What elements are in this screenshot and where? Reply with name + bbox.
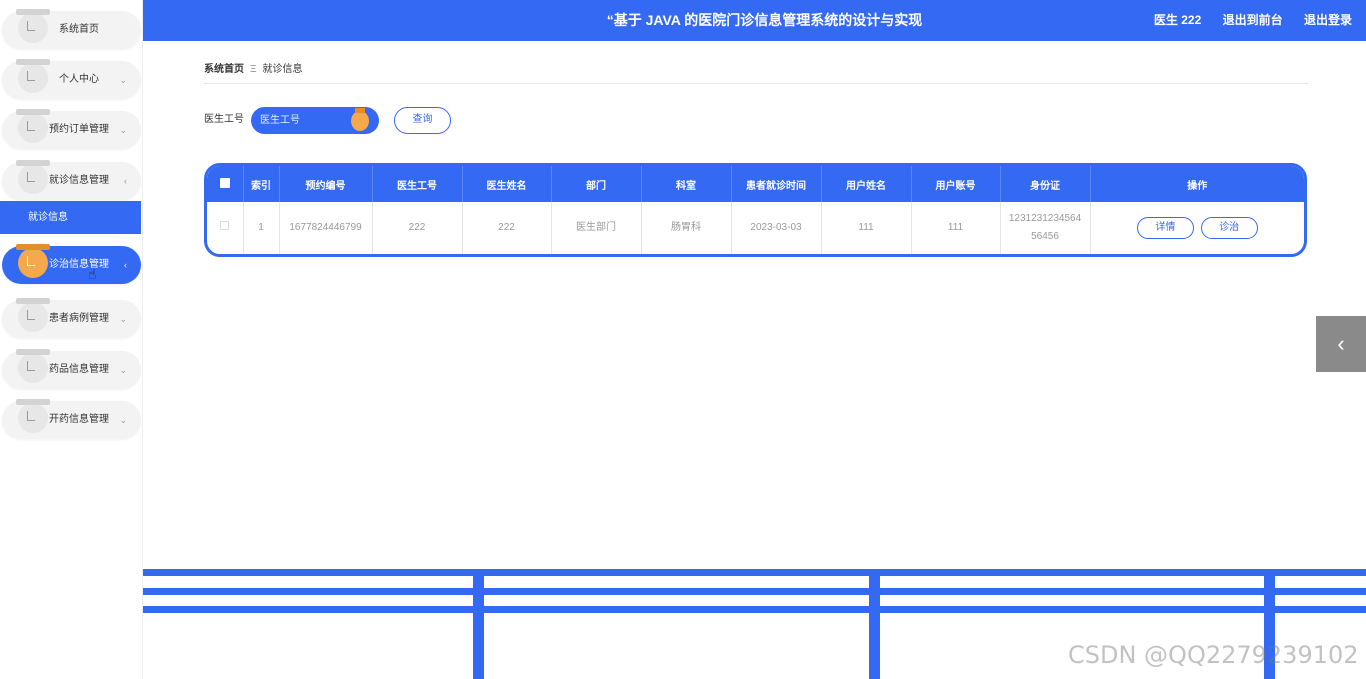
breadcrumb-home[interactable]: 系统首页 [204,64,244,75]
column-header: 科室 [641,166,732,202]
breadcrumb: 系统首页 Ξ 就诊信息 [204,60,1308,84]
chevron-left-icon: ‹ [1337,331,1345,356]
cell-index: 1 [243,202,280,254]
decorative-post [869,573,880,679]
sidebar-item-patient-cases[interactable]: 患者病例管理 ⌄ [2,298,141,338]
treat-button[interactable]: 诊治 [1200,217,1258,239]
cell-doctor-id: 222 [372,202,463,254]
sidebar-item-visit-info[interactable]: 就诊信息管理 ‹ [2,160,141,200]
column-header: 身份证 [1000,166,1091,202]
pointer-cursor-icon: ☝ [88,266,97,282]
row-checkbox[interactable] [207,202,244,254]
chevron-left-icon: ‹ [124,260,127,270]
visit-info-table: 索引 预约编号 医生工号 医生姓名 部门 科室 患者就诊时间 用户姓名 用户账号… [204,163,1307,257]
decorative-post [473,573,484,679]
column-header: 医生工号 [372,166,463,202]
sidebar-item-label: 系统首页 [59,24,99,35]
sidebar-item-drug-info[interactable]: 药品信息管理 ⌄ [2,349,141,389]
header-actions: 医生 222 退出到前台 退出登录 [1136,0,1352,41]
column-header: 预约编号 [279,166,373,202]
column-header: 用户姓名 [821,166,912,202]
sidebar-item-label: 药品信息管理 [49,364,109,375]
sidebar-item-label: 开药信息管理 [49,414,109,425]
watermark-text: CSDN @QQ2279239102 [1068,641,1359,669]
sidebar-item-personal-center[interactable]: 个人中心 ⌄ [2,59,141,99]
submenu-item-visit-info[interactable]: 就诊信息 [0,201,141,234]
query-button[interactable]: 查询 [394,107,451,134]
decorative-bar [143,588,1366,595]
decorative-knob-icon [351,108,369,131]
column-header: 索引 [243,166,280,202]
chevron-down-icon: ⌄ [119,314,127,324]
top-header: “基于 JAVA 的医院门诊信息管理系统的设计与实现 医生 222 退出到前台 … [143,0,1366,41]
cell-actions: 详情 诊治 [1090,202,1304,254]
sidebar-item-label: 诊治信息管理 [49,259,109,270]
exit-to-front-link[interactable]: 退出到前台 [1223,13,1283,27]
select-all-checkbox[interactable] [207,166,244,202]
breadcrumb-current: 就诊信息 [262,64,303,75]
breadcrumb-separator-icon: Ξ [250,64,257,75]
column-header: 部门 [551,166,642,202]
app-root: 系统首页 个人中心 ⌄ 预约订单管理 ⌄ 就诊信息管理 ‹ 就诊信息 诊治信息管… [0,0,1366,679]
table-header-row: 索引 预约编号 医生工号 医生姓名 部门 科室 患者就诊时间 用户姓名 用户账号… [207,166,1304,202]
sidebar-item-label: 个人中心 [59,74,99,85]
cell-visit-time: 2023-03-03 [731,202,822,254]
current-user: 医生 222 [1153,13,1202,27]
column-header: 医生姓名 [462,166,552,202]
column-header: 操作 [1187,180,1208,192]
cell-id-card: 123123123456456456 [1000,202,1091,254]
column-header: 用户账号 [911,166,1001,202]
chevron-left-icon: ‹ [124,176,127,186]
sidebar-item-label: 患者病例管理 [49,313,109,324]
sidebar: 系统首页 个人中心 ⌄ 预约订单管理 ⌄ 就诊信息管理 ‹ 就诊信息 诊治信息管… [0,0,143,679]
detail-button[interactable]: 详情 [1136,217,1194,239]
chevron-down-icon: ⌄ [119,75,127,85]
doctor-id-search-input[interactable]: 医生工号 [251,107,379,134]
table-row: 1 1677824446799 222 222 医生部门 肠胃科 2023-03… [207,202,1304,254]
decorative-bar [143,606,1366,613]
decorative-bar [143,569,1366,576]
side-collapse-tab[interactable]: ‹ [1316,316,1366,372]
chevron-down-icon: ⌄ [119,125,127,135]
chevron-down-icon: ⌄ [119,365,127,375]
cell-user-account: 111 [911,202,1001,254]
search-placeholder: 医生工号 [260,115,300,126]
sidebar-item-prescription-info[interactable]: 开药信息管理 ⌄ [2,399,141,439]
column-header: 患者就诊时间 [731,166,822,202]
sidebar-item-label: 就诊信息管理 [49,175,109,186]
sidebar-item-treatment-info[interactable]: 诊治信息管理 ‹ [2,244,141,284]
logout-link[interactable]: 退出登录 [1304,13,1352,27]
search-label: 医生工号 [204,114,244,125]
sidebar-item-label: 预约订单管理 [49,124,109,135]
cell-user-name: 111 [821,202,912,254]
cell-doctor-name: 222 [462,202,552,254]
sidebar-item-home[interactable]: 系统首页 [2,9,141,49]
cell-section: 肠胃科 [641,202,732,254]
cell-booking-no: 1677824446799 [279,202,373,254]
chevron-down-icon: ⌄ [119,415,127,425]
sidebar-item-booking-orders[interactable]: 预约订单管理 ⌄ [2,109,141,149]
cell-department: 医生部门 [551,202,642,254]
